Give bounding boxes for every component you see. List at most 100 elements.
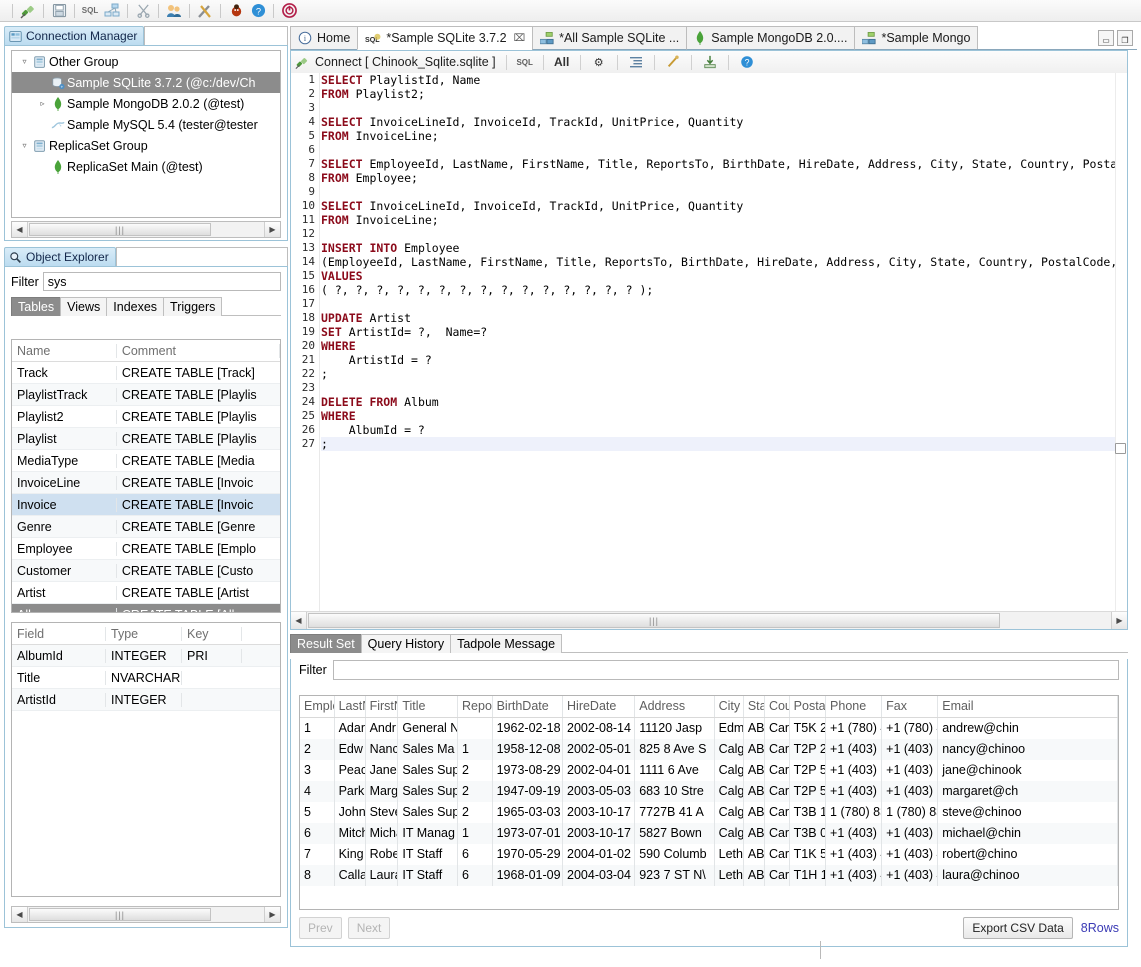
code-line[interactable]: SELECT InvoiceLineId, InvoiceId, TrackId… <box>321 199 1127 213</box>
tree-twisty-icon[interactable]: ▿ <box>18 57 31 66</box>
editor-tab-0[interactable]: iHome <box>290 26 358 50</box>
result-tab-2[interactable]: Tadpole Message <box>450 634 562 653</box>
connection-tree[interactable]: ▿Other Group+Sample SQLite 3.7.2 (@c:/de… <box>11 50 281 218</box>
result-column-header[interactable]: Title <box>398 696 458 717</box>
table-row[interactable]: TrackCREATE TABLE [Track] <box>12 362 280 384</box>
filter-input[interactable]: sys <box>43 272 281 291</box>
result-column-header[interactable]: Emplo <box>300 696 335 717</box>
code-line[interactable]: DELETE FROM Album <box>321 395 1127 409</box>
editor-vscrollbar[interactable] <box>1115 73 1127 611</box>
close-icon[interactable]: ⌧ <box>514 33 526 44</box>
result-tab-1[interactable]: Query History <box>361 634 451 653</box>
result-tab-0[interactable]: Result Set <box>290 634 362 653</box>
power-icon[interactable] <box>278 2 300 20</box>
code-line[interactable]: WHERE <box>321 409 1127 423</box>
bug-icon[interactable] <box>225 2 247 20</box>
result-column-header[interactable]: HireDate <box>563 696 635 717</box>
editor-tab-3[interactable]: Sample MongoDB 2.0.... <box>686 26 855 50</box>
result-row[interactable]: 1AdarAndrGeneral N1962-02-182002-08-1411… <box>300 718 1118 739</box>
result-column-header[interactable]: FirstN <box>366 696 399 717</box>
maximize-button[interactable]: ❐ <box>1117 30 1133 46</box>
column-header[interactable]: Name <box>12 344 117 358</box>
hscroll-track[interactable] <box>212 907 264 922</box>
connection-tree-item[interactable]: ▿ReplicaSet Group <box>12 135 280 156</box>
hscroll-track[interactable] <box>1001 612 1111 629</box>
result-row[interactable]: 2EdwNancSales Ma11958-12-082002-05-01825… <box>300 739 1118 760</box>
code-line[interactable]: VALUES <box>321 269 1127 283</box>
column-header[interactable]: Type <box>106 627 182 641</box>
code-line[interactable]: FROM InvoiceLine; <box>321 213 1127 227</box>
code-line[interactable] <box>321 143 1127 157</box>
field-row[interactable]: TitleNVARCHAR(16 <box>12 667 280 689</box>
execute-all-button[interactable]: All <box>548 53 576 71</box>
result-row[interactable]: 6MitchMichaIT Manag11973-07-012003-10-17… <box>300 823 1118 844</box>
code-line[interactable]: FROM InvoiceLine; <box>321 129 1127 143</box>
save-icon[interactable] <box>48 2 70 20</box>
minimize-button[interactable]: ▭ <box>1098 30 1114 46</box>
tables-grid[interactable]: NameCommentTrackCREATE TABLE [Track]Play… <box>11 339 281 613</box>
tools-icon[interactable] <box>194 2 216 20</box>
next-button[interactable]: Next <box>348 917 391 939</box>
field-row[interactable]: AlbumIdINTEGERPRI <box>12 645 280 667</box>
panel-tab-connection-manager[interactable]: Connection Manager <box>4 26 144 45</box>
table-row[interactable]: PlaylistTrackCREATE TABLE [Playlis <box>12 384 280 406</box>
connect-icon[interactable] <box>17 2 39 20</box>
scroll-left-button[interactable]: ◀ <box>12 907 28 922</box>
scroll-right-button[interactable]: ▶ <box>264 907 280 922</box>
code-line[interactable]: INSERT INTO Employee <box>321 241 1127 255</box>
code-line[interactable]: (EmployeeId, LastName, FirstName, Title,… <box>321 255 1127 269</box>
editor-tab-2[interactable]: *All Sample SQLite ... <box>532 26 687 50</box>
code-line[interactable]: FROM Employee; <box>321 171 1127 185</box>
code-line[interactable]: UPDATE Artist <box>321 311 1127 325</box>
oe-tab-views[interactable]: Views <box>60 297 107 316</box>
results-filter-input[interactable] <box>333 660 1119 680</box>
export-button[interactable] <box>696 53 724 71</box>
help-button[interactable]: ? <box>733 53 761 71</box>
code-line[interactable] <box>321 381 1127 395</box>
table-row[interactable]: GenreCREATE TABLE [Genre <box>12 516 280 538</box>
code-line[interactable]: WHERE <box>321 339 1127 353</box>
column-header[interactable]: Comment <box>117 344 280 358</box>
result-column-header[interactable]: Cou <box>765 696 790 717</box>
oe-tab-tables[interactable]: Tables <box>11 297 61 316</box>
result-column-header[interactable]: Address <box>635 696 714 717</box>
execute-sql-button[interactable]: SQL <box>511 53 539 71</box>
code-line[interactable]: SELECT InvoiceLineId, InvoiceId, TrackId… <box>321 115 1127 129</box>
cut-icon[interactable] <box>132 2 154 20</box>
hscroll-thumb[interactable]: ||| <box>29 908 211 921</box>
users-icon[interactable] <box>163 2 185 20</box>
result-set-grid[interactable]: EmploLastNFirstNTitleReporBirthDateHireD… <box>299 695 1119 910</box>
tree-twisty-icon[interactable]: ▿ <box>18 141 31 150</box>
format-sql-button[interactable] <box>622 53 650 71</box>
result-row[interactable]: 8CallaLauraIT Staff61968-01-092004-03-04… <box>300 865 1118 886</box>
code-line[interactable]: FROM Playlist2; <box>321 87 1127 101</box>
code-line[interactable] <box>321 185 1127 199</box>
result-row[interactable]: 3PeacJaneSales Sup21973-08-292002-04-011… <box>300 760 1118 781</box>
field-row[interactable]: ArtistIdINTEGER <box>12 689 280 711</box>
settings-button[interactable]: ⚙ <box>585 53 613 71</box>
scroll-left-button[interactable]: ◀ <box>291 612 307 629</box>
result-column-header[interactable]: BirthDate <box>493 696 563 717</box>
connection-tree-item[interactable]: ▿Other Group <box>12 51 280 72</box>
prev-button[interactable]: Prev <box>299 917 342 939</box>
column-header[interactable]: Key <box>182 627 242 641</box>
object-explorer-hscrollbar[interactable]: ◀ ||| ▶ <box>11 906 281 923</box>
result-row[interactable]: 5JohnSteveSales Sup21965-03-032003-10-17… <box>300 802 1118 823</box>
table-row[interactable]: AlbumCREATE TABLE [Album <box>12 604 280 613</box>
export-csv-button[interactable]: Export CSV Data <box>963 917 1072 939</box>
code-line[interactable]: ; <box>321 367 1127 381</box>
table-row[interactable]: Playlist2CREATE TABLE [Playlis <box>12 406 280 428</box>
scroll-right-button[interactable]: ▶ <box>1111 612 1127 629</box>
oe-tab-indexes[interactable]: Indexes <box>106 297 164 316</box>
table-row[interactable]: InvoiceCREATE TABLE [Invoic <box>12 494 280 516</box>
hscroll-thumb[interactable]: ||| <box>308 613 1000 628</box>
panel-tab-object-explorer[interactable]: Object Explorer <box>4 247 116 266</box>
connection-tree-item[interactable]: Sample MySQL 5.4 (tester@tester <box>12 114 280 135</box>
result-row[interactable]: 7KingRobeIT Staff61970-05-292004-01-0259… <box>300 844 1118 865</box>
code-lines[interactable]: SELECT PlaylistId, NameFROM Playlist2;SE… <box>321 73 1127 611</box>
result-column-header[interactable]: LastN <box>335 696 366 717</box>
editor-tab-1[interactable]: SQL*Sample SQLite 3.7.2⌧ <box>357 26 533 50</box>
result-column-header[interactable]: Postal <box>790 696 826 717</box>
result-column-header[interactable]: Phone <box>826 696 882 717</box>
editor-vscroll-thumb[interactable] <box>1115 443 1126 454</box>
